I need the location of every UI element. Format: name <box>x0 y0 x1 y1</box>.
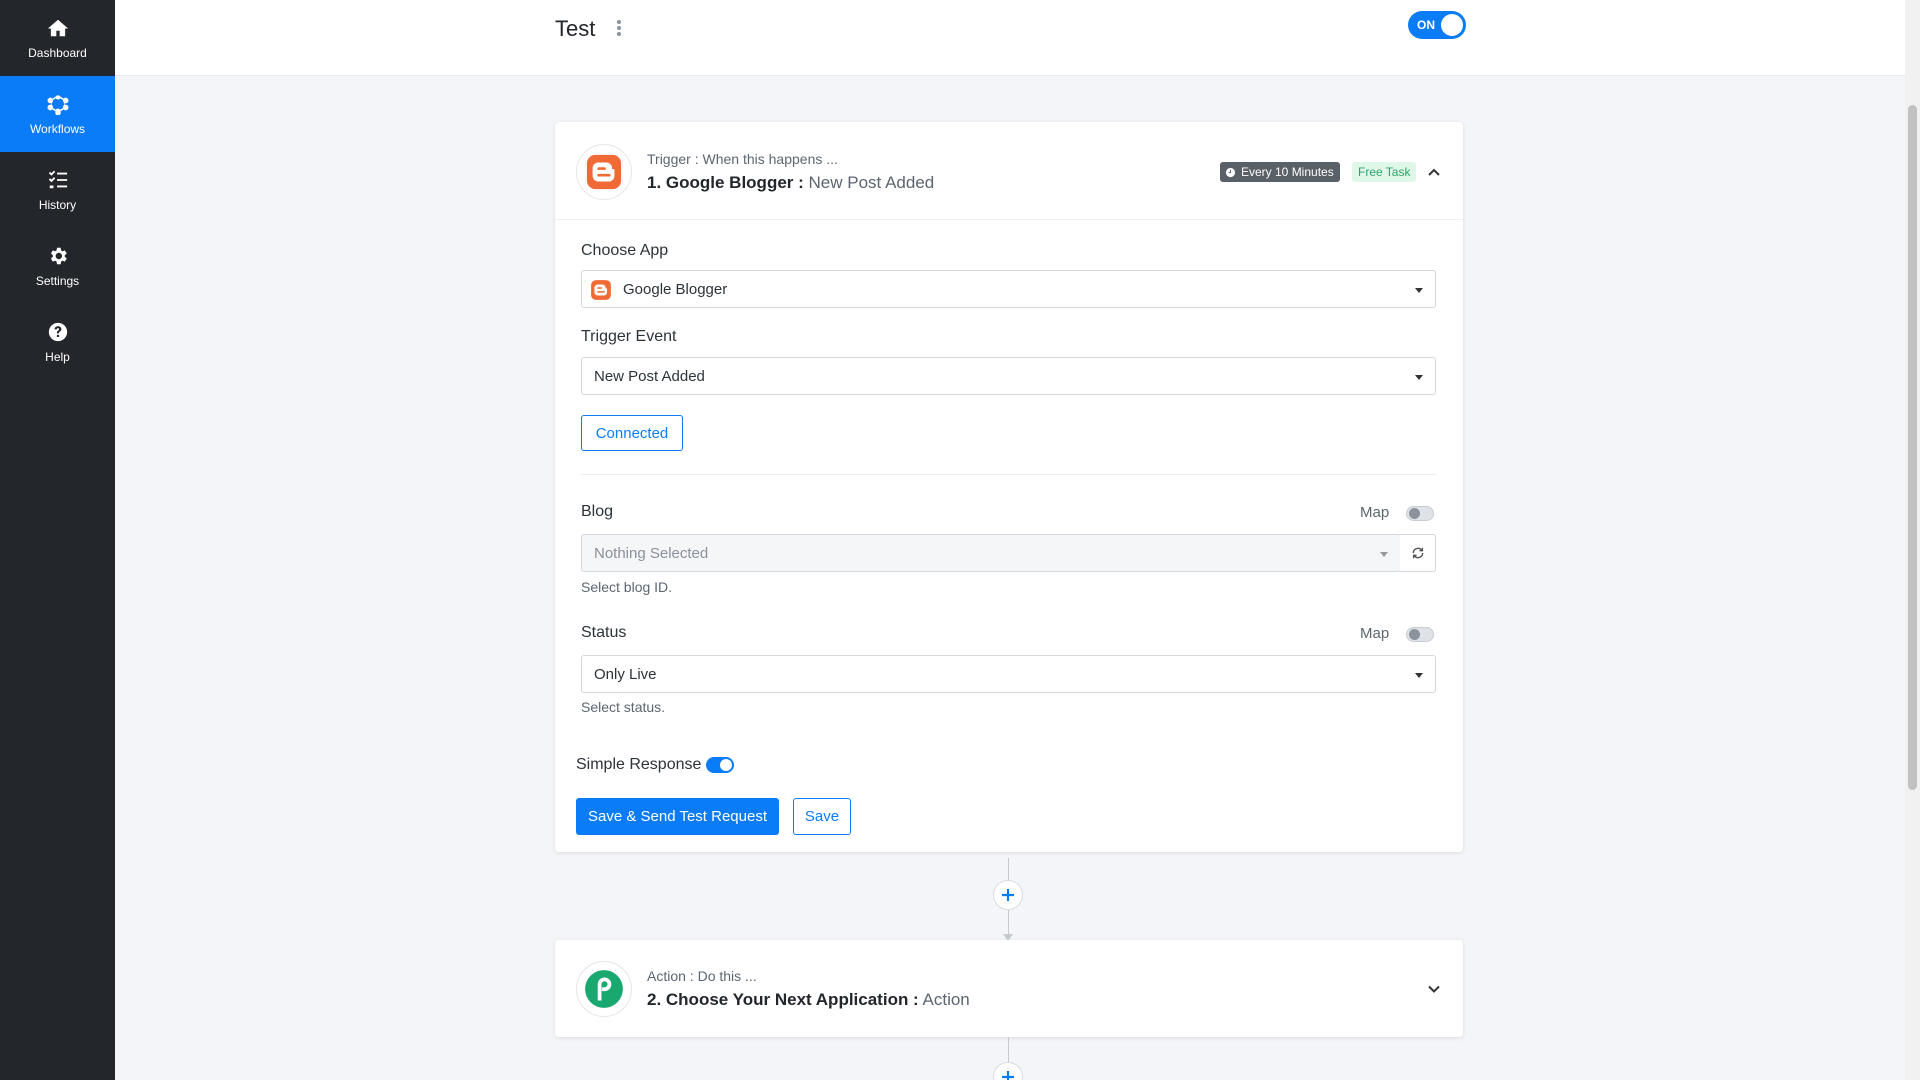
choose-app-select[interactable]: Google Blogger <box>581 270 1436 308</box>
trigger-event-select[interactable]: New Post Added <box>581 357 1436 395</box>
choose-app-label: Choose App <box>581 242 669 259</box>
blog-label: Blog <box>581 503 614 520</box>
sidebar-item-dashboard[interactable]: Dashboard <box>0 0 115 76</box>
gear-icon <box>50 247 67 264</box>
sidebar-item-history[interactable]: History <box>0 152 115 228</box>
caret-down-icon <box>1415 288 1423 293</box>
blogger-icon <box>591 280 611 300</box>
sidebar-item-label: Settings <box>35 273 80 288</box>
workflow-title[interactable]: Test <box>555 16 595 42</box>
top-bar: Test ON <box>115 0 1905 76</box>
action-step-title: 2. Choose Your Next Application : Action <box>647 990 970 1010</box>
pabbly-logo <box>576 961 632 1017</box>
chevron-down-icon[interactable] <box>1426 981 1442 997</box>
toggle-knob <box>720 759 732 771</box>
blog-hint: Select blog ID. <box>581 579 673 595</box>
google-blogger-logo <box>576 144 632 200</box>
sidebar-item-workflows[interactable]: Workflows <box>0 76 115 152</box>
home-icon <box>47 19 68 36</box>
trigger-card-body: Choose App Google Blogger Trigger Event … <box>555 220 1463 852</box>
status-map-label: Map <box>1360 625 1390 642</box>
caret-down-icon <box>1415 673 1423 678</box>
blog-map-toggle[interactable] <box>1406 506 1434 521</box>
connector-line <box>1008 858 1009 882</box>
trigger-subtitle: Trigger : When this happens ... <box>647 151 838 167</box>
blogger-icon <box>586 154 622 190</box>
action-card[interactable]: Action : Do this ... 2. Choose Your Next… <box>555 940 1463 1037</box>
workflow-on-toggle[interactable]: ON <box>1408 11 1466 39</box>
status-map-toggle[interactable] <box>1406 627 1434 642</box>
status-select[interactable]: Only Live <box>581 655 1436 693</box>
simple-response-label: Simple Response <box>576 756 702 773</box>
trigger-card-header[interactable]: Trigger : When this happens ... 1. Googl… <box>555 122 1463 220</box>
sidebar-item-settings[interactable]: Settings <box>0 228 115 304</box>
status-value: Only Live <box>594 666 657 683</box>
toggle-label: ON <box>1417 18 1435 32</box>
trigger-card: Trigger : When this happens ... 1. Googl… <box>555 122 1463 852</box>
sidebar-item-label: Dashboard <box>28 45 87 60</box>
sidebar-item-label: History <box>38 197 77 212</box>
sidebar-item-help[interactable]: Help <box>0 304 115 380</box>
action-card-header[interactable]: Action : Do this ... 2. Choose Your Next… <box>555 940 1463 1037</box>
connected-button[interactable]: Connected <box>581 415 683 451</box>
workflow-icon <box>47 94 68 115</box>
pabbly-icon <box>585 970 623 1008</box>
toggle-knob <box>1409 508 1420 519</box>
caret-down-icon <box>1415 375 1423 380</box>
trigger-event-label: Trigger Event <box>581 328 677 345</box>
scrollbar-thumb[interactable] <box>1908 105 1917 790</box>
interval-badge-text: Every 10 Minutes <box>1241 165 1334 179</box>
save-send-test-button[interactable]: Save & Send Test Request <box>576 798 779 835</box>
help-circle-icon <box>48 322 67 341</box>
blog-map-label: Map <box>1360 504 1390 521</box>
clock-icon <box>1225 167 1236 177</box>
trigger-step-title: 1. Google Blogger : New Post Added <box>647 173 934 193</box>
divider <box>581 474 1436 475</box>
blog-value: Nothing Selected <box>594 545 709 562</box>
connector-line <box>1008 910 1009 936</box>
choose-app-value: Google Blogger <box>623 281 728 298</box>
sidebar-item-label: Help <box>45 349 70 364</box>
refresh-icon <box>1412 547 1423 559</box>
toggle-knob <box>1441 14 1463 36</box>
page-scrollbar[interactable] <box>1905 0 1920 1080</box>
sidebar-item-label: Workflows <box>29 121 86 136</box>
list-check-icon <box>48 170 67 188</box>
add-step-button[interactable] <box>993 1062 1023 1080</box>
more-options-icon[interactable] <box>612 18 626 38</box>
simple-response-toggle[interactable] <box>706 757 734 773</box>
action-step-name: 2. Choose Your Next Application : <box>647 990 919 1009</box>
free-task-badge: Free Task <box>1352 162 1417 182</box>
status-hint: Select status. <box>581 699 666 715</box>
save-button[interactable]: Save <box>793 798 851 835</box>
caret-down-icon <box>1380 552 1388 557</box>
blog-select[interactable]: Nothing Selected <box>581 534 1401 572</box>
trigger-step-name: 1. Google Blogger : <box>647 173 804 192</box>
toggle-knob <box>1409 629 1420 640</box>
interval-badge: Every 10 Minutes <box>1220 162 1340 182</box>
action-event-name: Action <box>922 990 970 1009</box>
sidebar: Dashboard Workflows History Settings Hel… <box>0 0 115 1080</box>
chevron-up-icon[interactable] <box>1426 164 1442 180</box>
trigger-event-value: New Post Added <box>594 368 705 385</box>
status-label: Status <box>581 624 627 641</box>
refresh-button[interactable] <box>1400 534 1436 572</box>
plus-icon <box>1002 1071 1014 1080</box>
add-step-button[interactable] <box>993 880 1023 910</box>
action-subtitle: Action : Do this ... <box>647 968 757 984</box>
plus-icon <box>1002 889 1014 901</box>
trigger-event-name: New Post Added <box>808 173 935 192</box>
